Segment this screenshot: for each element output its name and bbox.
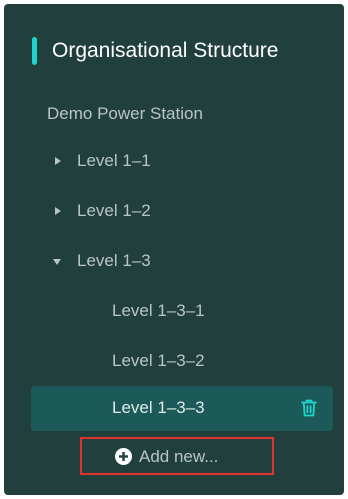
tree-root-label: Demo Power Station [47,104,203,123]
panel-header: Organisational Structure [4,4,344,96]
header-accent-bar [32,37,37,65]
add-new-label: Add new... [139,447,219,466]
add-new-button[interactable]: Add new... [80,437,274,475]
caret-down-icon[interactable] [53,259,61,265]
tree-item-label: Level 1–3–3 [112,398,205,417]
tree-item-level-1-1[interactable]: Level 1–1 [4,143,344,179]
tree-item-label: Level 1–3–1 [112,301,205,320]
tree-item-level-1-3-2[interactable]: Level 1–3–2 [4,343,344,379]
caret-right-icon[interactable] [55,157,61,165]
tree-item-level-1-3-1[interactable]: Level 1–3–1 [4,293,344,329]
tree-item-label: Level 1–1 [77,151,151,170]
tree-item-label: Level 1–3–2 [112,351,205,370]
plus-circle-icon [115,448,132,465]
tree-item-level-1-3-3[interactable]: Level 1–3–3 [31,386,333,431]
tree-item-label: Level 1–2 [77,201,151,220]
tree-item-label: Level 1–3 [77,251,151,270]
tree-item-level-1-2[interactable]: Level 1–2 [4,193,344,229]
trash-icon[interactable] [299,398,319,418]
caret-right-icon[interactable] [55,207,61,215]
panel-title: Organisational Structure [52,39,279,62]
tree-item-level-1-3[interactable]: Level 1–3 [4,243,344,279]
org-structure-panel: Organisational Structure Demo Power Stat… [4,4,344,495]
